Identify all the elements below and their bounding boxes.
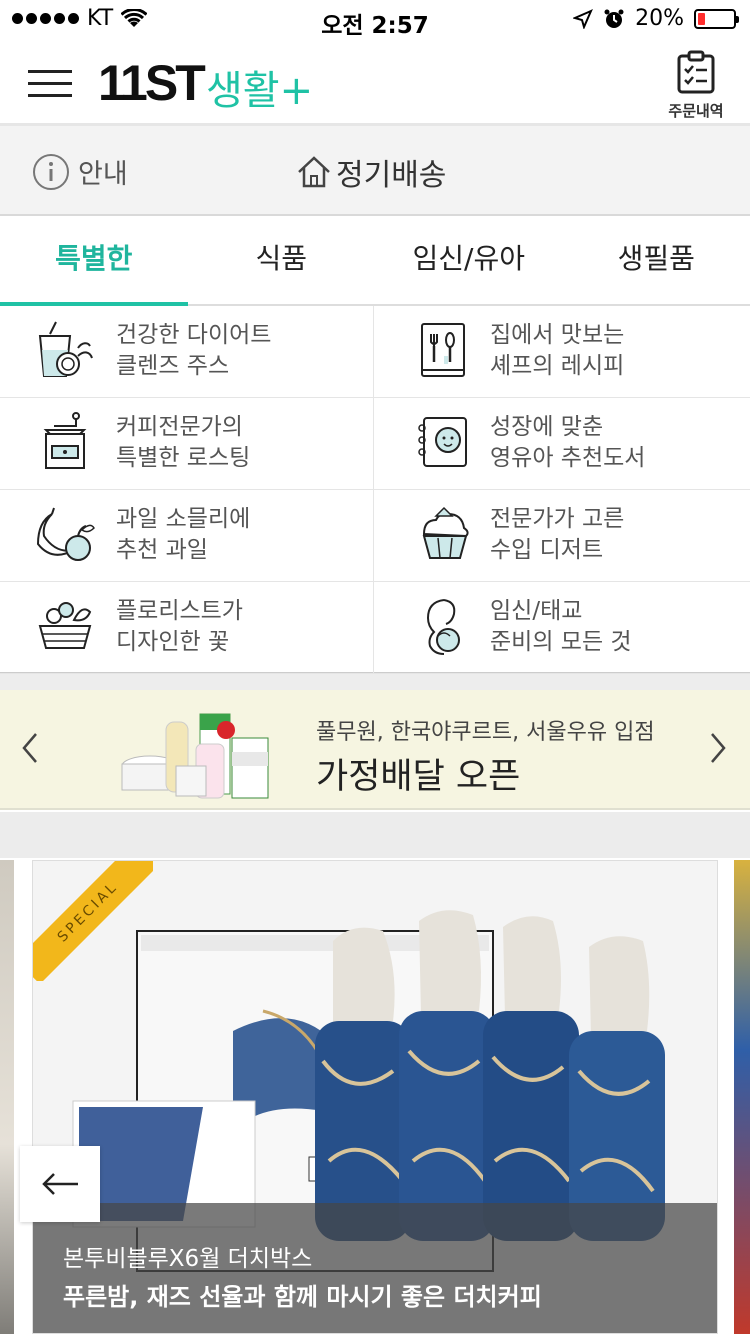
previous-card-peek[interactable] [0, 860, 14, 1334]
order-history-label: 주문내역 [668, 102, 724, 120]
baby-book-icon [418, 417, 467, 467]
category-line1: 커피전문가의 [116, 414, 243, 440]
chevron-left-icon[interactable] [16, 728, 46, 768]
product-carousel: SPECIAL 본투비블루X6월 더치박스 푸른밤, 재즈 선율과 함께 마시기… [0, 858, 750, 1334]
category-line2: 준비의 모든 것 [490, 629, 632, 655]
category-label: 플로리스트가 디자인한 꽃 [116, 596, 243, 658]
category-line2: 수입 디저트 [490, 537, 604, 563]
recipe-book-icon [421, 323, 465, 377]
category-fruit[interactable]: 과일 소믈리에 추천 과일 [0, 490, 374, 582]
category-label: 커피전문가의 특별한 로스팅 [116, 412, 250, 474]
category-chef-recipe[interactable]: 집에서 맛보는 셰프의 레시피 [374, 306, 750, 398]
battery-icon [694, 8, 739, 29]
app-header: 11ST 생활+ 주문내역 [0, 40, 750, 126]
category-line1: 플로리스트가 [116, 598, 243, 624]
category-line1: 집에서 맛보는 [490, 322, 625, 348]
cupcake-icon [422, 506, 469, 559]
category-line1: 성장에 맞춘 [490, 414, 604, 440]
card-title: 본투비블루X6월 더치박스 [63, 1246, 313, 1272]
tab-food[interactable]: 식품 [188, 216, 376, 304]
battery-level [698, 12, 705, 25]
product-card[interactable]: SPECIAL 본투비블루X6월 더치박스 푸른밤, 재즈 선율과 함께 마시기… [32, 860, 718, 1334]
clipboard-checklist-icon [677, 50, 715, 94]
category-flowers[interactable]: 플로리스트가 디자인한 꽃 [0, 582, 374, 674]
category-label: 집에서 맛보는 셰프의 레시피 [490, 320, 624, 382]
subscription-delivery-button[interactable]: 정기배송 [296, 150, 446, 194]
category-line2: 디자인한 꽃 [116, 629, 230, 655]
category-line1: 과일 소믈리에 [116, 506, 251, 532]
category-dessert[interactable]: 전문가가 고른 수입 디저트 [374, 490, 750, 582]
tab-baby[interactable]: 임신/유아 [375, 216, 563, 304]
subscription-delivery-label: 정기배송 [336, 158, 447, 193]
hamburger-line [28, 82, 72, 85]
logo-subtitle[interactable]: 생활+ [206, 58, 313, 116]
home-icon [298, 156, 330, 188]
tab-special[interactable]: 특별한 [0, 216, 188, 306]
menu-button[interactable] [28, 66, 72, 100]
category-pregnancy[interactable]: 임신/태교 준비의 모든 것 [374, 582, 750, 674]
category-line2: 추천 과일 [116, 537, 208, 563]
home-delivery-banner[interactable]: 풀무원, 한국야쿠르트, 서울우유 입점 가정배달 오픈 [0, 690, 750, 810]
banner-subtitle: 풀무원, 한국야쿠르트, 서울우유 입점 [316, 720, 655, 745]
arrow-left-icon [42, 1173, 78, 1195]
category-line1: 임신/태교 [490, 598, 583, 624]
info-icon [33, 153, 69, 190]
logo[interactable]: 11ST [98, 54, 206, 112]
card-caption: 본투비블루X6월 더치박스 푸른밤, 재즈 선율과 함께 마시기 좋은 더치커피 [33, 1203, 717, 1333]
category-line1: 건강한 다이어트 [116, 322, 272, 348]
next-card-peek[interactable] [734, 860, 750, 1334]
category-line1: 전문가가 고른 [490, 506, 625, 532]
category-grid: 건강한 다이어트 클렌즈 주스 집에서 맛보는 셰프의 레시피 커피전문가의 특… [0, 306, 750, 674]
tab-essentials[interactable]: 생필품 [563, 216, 750, 304]
coffee-grinder-icon [43, 412, 87, 469]
juice-icon [38, 321, 93, 377]
category-label: 임신/태교 준비의 모든 것 [490, 596, 632, 658]
status-bar: KT 오전 2:57 20% [0, 0, 750, 40]
category-coffee-roasting[interactable]: 커피전문가의 특별한 로스팅 [0, 398, 374, 490]
card-description: 푸른밤, 재즈 선율과 함께 마시기 좋은 더치커피 [63, 1283, 542, 1311]
section-divider [0, 812, 750, 858]
hamburger-line [28, 94, 72, 97]
category-label: 건강한 다이어트 클렌즈 주스 [116, 320, 271, 382]
info-button[interactable]: 안내 [32, 152, 128, 191]
alarm-clock-icon [604, 9, 624, 28]
category-cleanse-juice[interactable]: 건강한 다이어트 클렌즈 주스 [0, 306, 374, 398]
category-line2: 셰프의 레시피 [490, 353, 625, 379]
hamburger-line [28, 70, 72, 73]
location-arrow-icon [573, 8, 594, 29]
chevron-right-icon[interactable] [702, 728, 732, 768]
special-ribbon-text: SPECIAL [33, 861, 153, 981]
category-line2: 영유아 추천도서 [490, 445, 646, 471]
info-label: 안내 [78, 159, 128, 190]
category-line2: 클렌즈 주스 [116, 353, 230, 379]
battery-percent: 20% [635, 6, 684, 31]
back-button[interactable] [20, 1146, 100, 1222]
fruit-icon [36, 507, 95, 561]
category-tabs: 특별한 식품 임신/유아 생필품 [0, 216, 750, 306]
section-divider [0, 674, 750, 690]
order-history-button[interactable]: 주문내역 [664, 50, 728, 120]
info-bar: 안내 정기배송 [0, 126, 750, 216]
category-line2: 특별한 로스팅 [116, 445, 251, 471]
category-label: 성장에 맞춘 영유아 추천도서 [490, 412, 645, 474]
category-label: 전문가가 고른 수입 디저트 [490, 504, 624, 566]
category-kids-books[interactable]: 성장에 맞춘 영유아 추천도서 [374, 398, 750, 490]
status-right: 20% [573, 6, 739, 31]
special-ribbon: SPECIAL [33, 861, 153, 981]
pregnancy-icon [426, 599, 460, 655]
flower-basket-icon [38, 602, 92, 649]
category-label: 과일 소믈리에 추천 과일 [116, 504, 250, 566]
dairy-products-image [121, 713, 269, 799]
banner-title: 가정배달 오픈 [316, 757, 521, 797]
